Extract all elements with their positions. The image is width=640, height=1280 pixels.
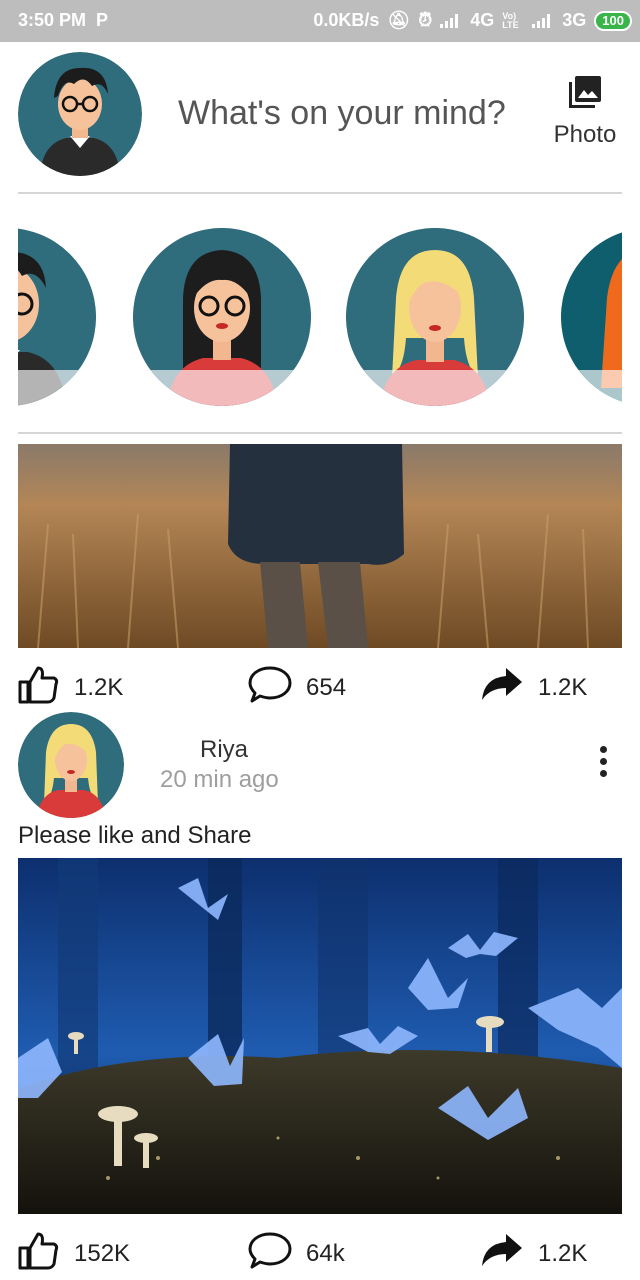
post2-like-button[interactable]: 152K [18,1230,130,1277]
status-bar: 3:50 PM P 0.0KB/s 🔕︎ ⏰︎ 4G Vo) LTE 3G 10… [0,0,640,42]
comment-icon [248,1230,292,1277]
post1-comment-button[interactable]: 654 [248,664,346,711]
divider-top [18,192,622,194]
status-time: 3:50 PM [18,10,87,30]
more-options-icon[interactable] [600,746,608,782]
story-shade [18,370,96,406]
post1-image[interactable] [18,444,622,648]
story-redhead-woman[interactable] [561,228,622,406]
signal-icon-2 [532,13,554,28]
post1-share-count: 1.2K [538,673,588,701]
post2-author-name[interactable]: Riya [200,736,248,764]
divider-stories [18,432,622,434]
share-arrow-icon [480,1230,524,1277]
network-type-2: 3G [562,10,587,30]
battery-icon: 100 [594,10,632,31]
story-blonde-woman[interactable] [346,228,524,406]
comment-icon [248,664,292,711]
post1-actions: 1.2K 654 1.2K [18,664,622,714]
post2-caption: Please like and Share [18,822,252,849]
post1-share-button[interactable]: 1.2K [480,664,587,711]
whats-on-your-mind-input[interactable]: What's on your mind? [178,94,506,133]
post2-comment-button[interactable]: 64k [248,1230,345,1277]
volte-label: Vo) LTE [502,10,519,30]
post2-like-count: 152K [74,1239,131,1267]
post2-share-button[interactable]: 1.2K [480,1230,587,1277]
post2-timestamp: 20 min ago [160,766,279,793]
share-arrow-icon [480,664,524,711]
alarm-icon: ⏰︎ [418,10,433,30]
network-type-1: 4G [470,10,495,30]
photo-button[interactable]: Photo [548,72,622,149]
post1-like-button[interactable]: 1.2K [18,664,123,711]
stories-row[interactable] [18,228,622,408]
user-avatar[interactable] [18,52,142,176]
post2-actions: 152K 64k 1.2K [18,1230,622,1280]
post2-image[interactable] [18,858,622,1214]
net-speed: 0.0KB/s [313,10,380,30]
story-man-glasses[interactable] [18,228,96,406]
post-composer: What's on your mind? Photo [18,52,622,176]
post2-header: Riya 20 min ago [18,712,622,822]
post1-comment-count: 654 [306,673,347,701]
post1-like-count: 1.2K [74,673,124,701]
thumbs-up-icon [18,664,60,711]
mute-icon: 🔕︎ [387,10,411,30]
photo-label: Photo [553,121,617,148]
photo-library-icon [548,72,622,117]
thumbs-up-icon [18,1230,60,1277]
story-shade [346,370,524,406]
post2-share-count: 1.2K [538,1239,588,1267]
signal-icon [440,13,462,28]
story-woman-glasses[interactable] [133,228,311,406]
post2-author-avatar[interactable] [18,712,124,818]
parking-icon: P [96,10,109,30]
story-shade [561,370,622,406]
post2-comment-count: 64k [306,1239,345,1267]
story-shade [133,370,311,406]
